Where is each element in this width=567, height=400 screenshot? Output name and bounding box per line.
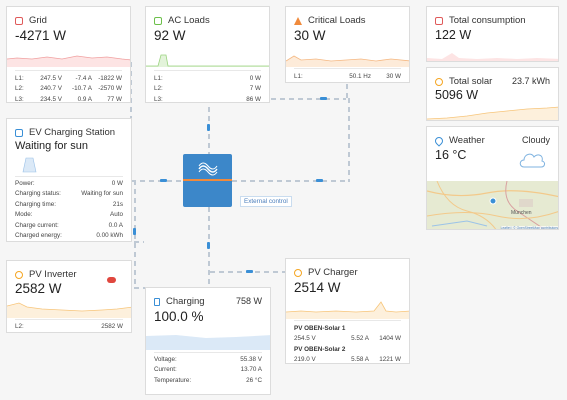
ac-loads-power: 92 W xyxy=(154,28,186,43)
ac-loads-card[interactable]: AC Loads 92 W L1: 0 W L2: 7 W L3: 86 W xyxy=(145,6,270,103)
ev-row-status: Charging status: Waiting for sun xyxy=(15,190,123,198)
battery-power: 758 W xyxy=(235,296,262,306)
battery-row-temperature: Temperature: 26 °C xyxy=(154,376,262,384)
alarm-icon[interactable] xyxy=(107,277,116,283)
total-consumption-title: Total consumption xyxy=(449,15,526,26)
total-consumption-sparkline xyxy=(427,53,558,61)
grid-icon xyxy=(15,16,23,25)
pv-charger-title: PV Charger xyxy=(308,267,358,278)
ev-row-mode: Mode: Auto xyxy=(15,211,123,219)
critical-loads-table: L1: 50.1 Hz 30 W xyxy=(294,68,401,82)
total-solar-energy: 23.7 kWh xyxy=(511,76,550,86)
total-solar-power: 5096 W xyxy=(435,88,479,102)
weather-temp: 16 °C xyxy=(435,148,467,162)
map-tiles xyxy=(427,181,558,229)
grid-title: Grid xyxy=(29,15,47,26)
pv-charger-1-values: 254.5 V 5.52 A 1404 W xyxy=(294,335,401,343)
pv-charger-2-name: PV OBEN-Solar 2 xyxy=(294,345,346,353)
sun-icon xyxy=(435,77,443,86)
grid-phase-table: L1: 247.5 V -7.4 A -1822 W L2: 240.7 V -10.7 … xyxy=(15,70,122,103)
critical-loads-sparkline xyxy=(286,55,409,67)
ev-row-time: Charging time: 21s xyxy=(15,200,123,208)
ev-row-current: Charge current: 0.0 A xyxy=(15,221,123,229)
battery-row-voltage: Voltage: 55.38 V xyxy=(154,355,262,363)
ac-row-l2: L2: 7 W xyxy=(154,85,261,93)
warning-icon xyxy=(294,16,302,25)
map-attribution[interactable]: Leaflet | © OpenStreetMap contributors xyxy=(500,226,558,229)
total-solar-title: Total solar xyxy=(449,76,493,87)
pv-charger-card[interactable]: PV Charger 2514 W PV OBEN-Solar 1 254.5 … xyxy=(285,258,410,364)
total-consumption-power: 122 W xyxy=(435,28,472,42)
ev-status: Waiting for sun xyxy=(15,140,88,152)
grid-row-l1: L1: 247.5 V -7.4 A -1822 W xyxy=(15,74,122,82)
pv-inverter-title: PV Inverter xyxy=(29,269,77,280)
ev-charging-card[interactable]: EV Charging Station Waiting for sun Powe… xyxy=(6,118,132,242)
total-solar-sparkline xyxy=(427,106,558,120)
location-pin-icon xyxy=(433,134,445,147)
external-control-badge: External control xyxy=(240,196,292,207)
ac-row-l3: L3: 86 W xyxy=(154,95,261,103)
ac-loads-phase-table: L1: 0 W L2: 7 W L3: 86 W xyxy=(154,70,261,103)
pv-charger-power: 2514 W xyxy=(294,280,341,295)
critical-row-l1: L1: 50.1 Hz 30 W xyxy=(294,72,401,80)
pv-charger-sparkline xyxy=(286,301,409,319)
weather-title: Weather xyxy=(449,135,485,146)
battery-soc-fill xyxy=(146,335,270,350)
battery-icon xyxy=(154,297,160,306)
sun-icon xyxy=(294,268,302,277)
grid-card[interactable]: Grid -4271 W L1: 247.5 V -7.4 A -1822 W L2:… xyxy=(6,6,131,103)
pv-inverter-power: 2582 W xyxy=(15,281,62,296)
total-consumption-card[interactable]: Total consumption 122 W xyxy=(426,6,559,62)
location-marker-icon xyxy=(489,197,497,205)
cloud-icon xyxy=(519,153,545,168)
pv-inverter-table: L2: 2582 W xyxy=(15,319,123,332)
ev-sparkline xyxy=(22,157,37,173)
plug-icon xyxy=(154,16,162,25)
ev-details: Power: 0 W Charging status: Waiting for su… xyxy=(15,176,123,241)
total-solar-card[interactable]: Total solar 23.7 kWh 5096 W xyxy=(426,67,559,121)
weather-map[interactable]: München Leaflet | © OpenStreetMap contri… xyxy=(427,181,558,229)
inverter-stripe xyxy=(183,179,232,181)
pv-inverter-row-l2: L2: 2582 W xyxy=(15,322,123,330)
map-city-label: München xyxy=(511,210,532,216)
ev-charger-icon xyxy=(15,128,23,137)
pv-inverter-card[interactable]: PV Inverter 2582 W L2: 2582 W xyxy=(6,260,132,333)
battery-card[interactable]: Charging 758 W 100.0 % Voltage: 55.38 V C… xyxy=(145,287,271,395)
ac-row-l1: L1: 0 W xyxy=(154,74,261,82)
sun-icon xyxy=(15,270,23,279)
battery-row-current: Current: 13.70 A xyxy=(154,366,262,374)
inverter-box[interactable] xyxy=(183,154,232,207)
meter-icon xyxy=(435,16,443,25)
ev-row-power: Power: 0 W xyxy=(15,179,123,187)
grid-row-l2: L2: 240.7 V -10.7 A -2570 W xyxy=(15,85,122,93)
pv-charger-1-name: PV OBEN-Solar 1 xyxy=(294,324,346,332)
ac-loads-title: AC Loads xyxy=(168,15,210,26)
pv-charger-list: PV OBEN-Solar 1 254.5 V 5.52 A 1404 W PV O… xyxy=(294,320,401,364)
critical-loads-card[interactable]: Critical Loads 30 W L1: 50.1 Hz 30 W xyxy=(285,6,410,83)
ac-loads-sparkline xyxy=(146,54,269,67)
weather-condition: Cloudy xyxy=(521,135,550,145)
grid-row-l3: L3: 234.5 V 0.9 A 77 W xyxy=(15,95,122,103)
ev-title: EV Charging Station xyxy=(29,127,116,138)
battery-state-title: Charging xyxy=(166,296,205,307)
weather-card[interactable]: Weather Cloudy 16 °C München Leaflet | ©… xyxy=(426,126,559,230)
pv-charger-2-values: 219.0 V 5.58 A 1221 W xyxy=(294,356,401,364)
pv-inverter-sparkline xyxy=(7,302,131,318)
grid-sparkline xyxy=(7,55,130,67)
critical-loads-power: 30 W xyxy=(294,28,326,43)
critical-loads-title: Critical Loads xyxy=(308,15,366,26)
battery-soc: 100.0 % xyxy=(154,309,204,324)
ev-row-energy: Charged energy: 0.00 kWh xyxy=(15,232,123,240)
victron-logo-icon xyxy=(198,162,218,176)
battery-details: Voltage: 55.38 V Current: 13.70 A Temperat… xyxy=(154,352,262,386)
grid-power: -4271 W xyxy=(15,28,67,43)
